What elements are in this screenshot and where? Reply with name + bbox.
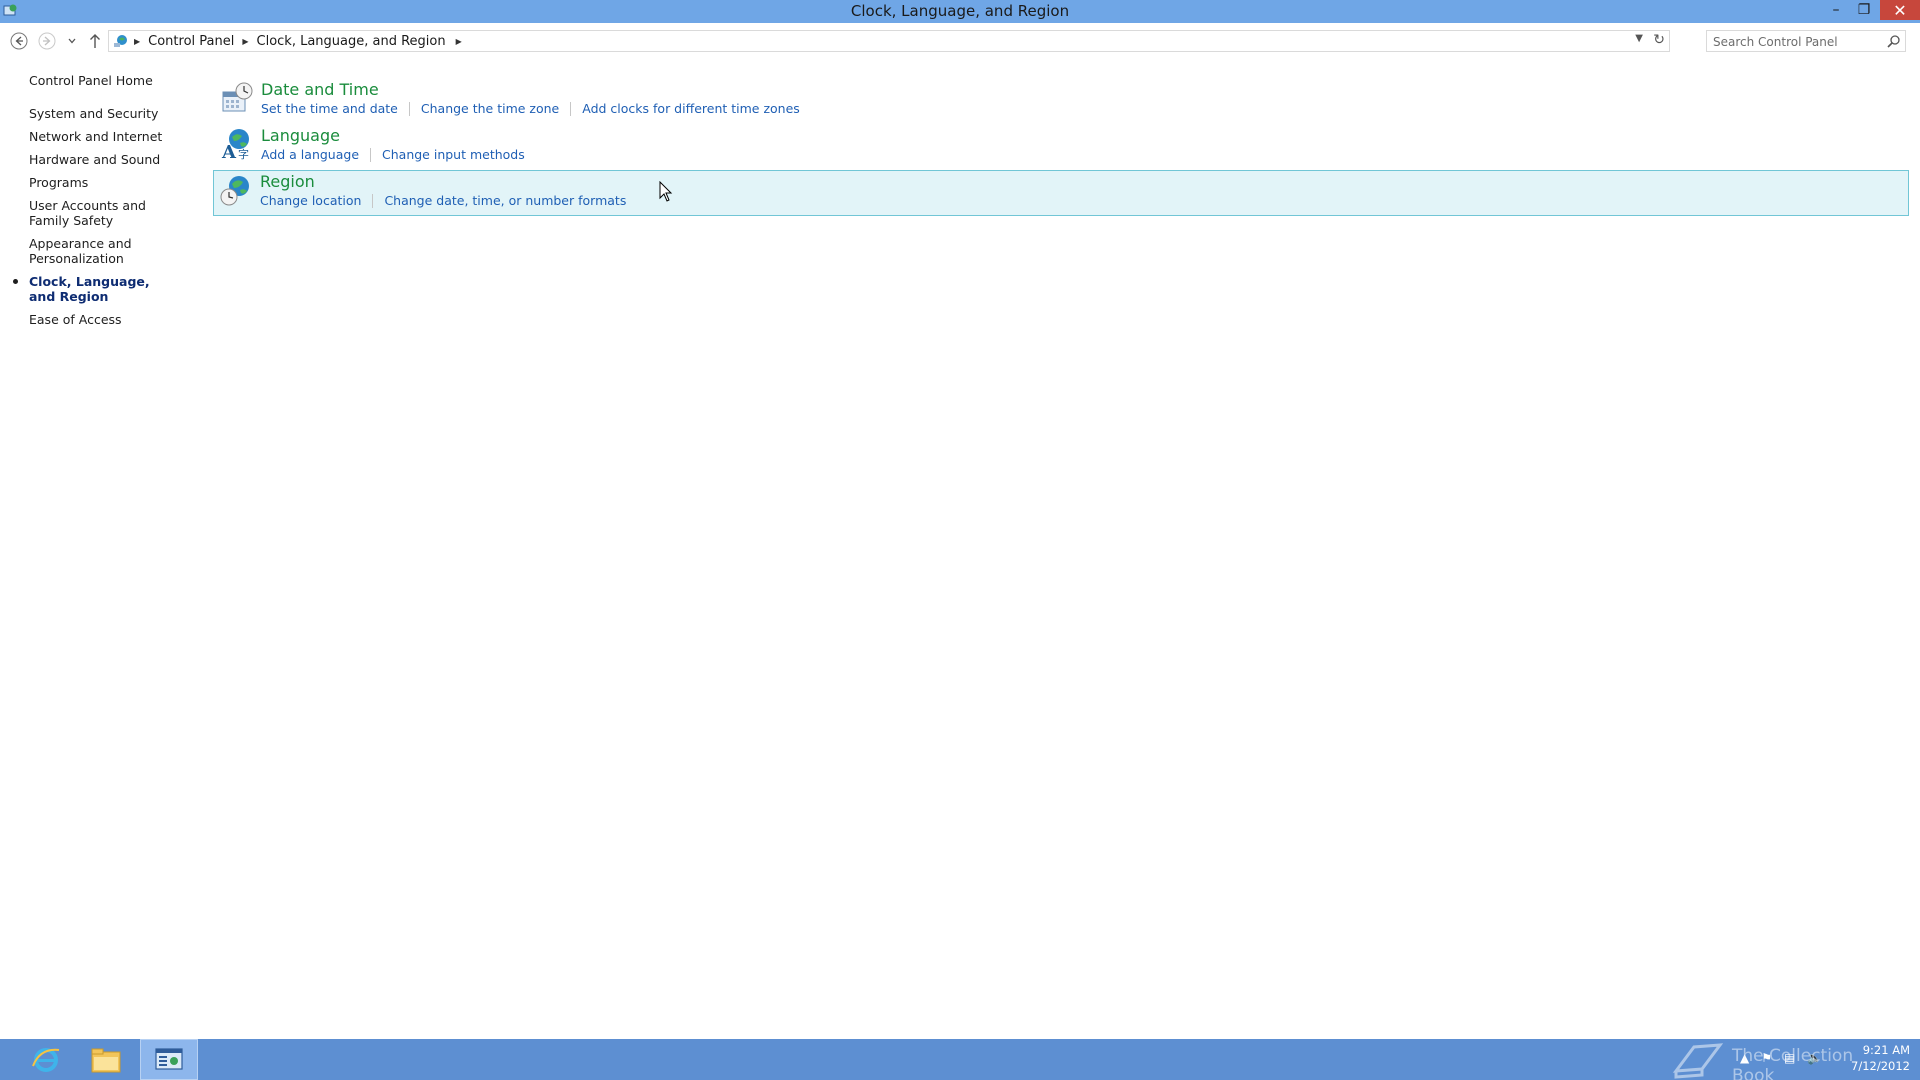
mouse-cursor-icon (659, 181, 673, 202)
add-clocks-link[interactable]: Add clocks for different time zones (582, 101, 800, 116)
set-time-and-date-link[interactable]: Set the time and date (261, 101, 398, 116)
sidebar-item-system-security[interactable]: System and Security (29, 106, 179, 121)
sidebar-item-network-internet[interactable]: Network and Internet (29, 129, 179, 144)
language-links: Add a language Change input methods (261, 147, 525, 162)
taskbar-control-panel[interactable] (140, 1039, 198, 1080)
back-button[interactable] (8, 30, 30, 52)
breadcrumb-separator-icon[interactable]: ▶ (456, 37, 462, 46)
sidebar-item-ease-of-access[interactable]: Ease of Access (29, 312, 179, 327)
recent-locations-button[interactable] (62, 30, 82, 52)
title-bar: Clock, Language, and Region – ❐ ✕ (0, 0, 1920, 23)
add-language-link[interactable]: Add a language (261, 147, 359, 162)
category-date-and-time: Date and Time Set the time and date Chan… (214, 78, 1910, 124)
minimize-button[interactable]: – (1822, 0, 1850, 20)
refresh-icon[interactable]: ↻ (1653, 32, 1665, 48)
region-links: Change location Change date, time, or nu… (260, 193, 626, 208)
internet-explorer-icon (32, 1047, 60, 1072)
date-and-time-links: Set the time and date Change the time zo… (261, 101, 800, 116)
change-formats-link[interactable]: Change date, time, or number formats (384, 193, 626, 208)
region-heading[interactable]: Region (260, 172, 315, 191)
sidebar-item-hardware-sound[interactable]: Hardware and Sound (29, 152, 179, 167)
category-content: Date and Time Set the time and date Chan… (213, 78, 1910, 216)
maximize-button[interactable]: ❐ (1850, 0, 1878, 20)
change-location-link[interactable]: Change location (260, 193, 361, 208)
link-divider (370, 147, 372, 162)
up-arrow-icon (90, 34, 100, 48)
watermark-text: The Collection Book (1732, 1046, 1854, 1080)
back-arrow-icon (10, 32, 28, 50)
link-divider (570, 101, 572, 116)
search-icon[interactable] (1886, 34, 1901, 49)
window-title: Clock, Language, and Region (850, 2, 1070, 20)
svg-text:A: A (221, 142, 237, 161)
language-heading[interactable]: Language (261, 126, 340, 145)
breadcrumb-separator-icon[interactable]: ▶ (134, 37, 140, 46)
language-icon[interactable]: A 字 (220, 127, 254, 161)
control-panel-icon (155, 1047, 183, 1070)
file-explorer-icon (91, 1048, 121, 1072)
category-region[interactable]: Region Change location Change date, time… (213, 170, 1909, 216)
chevron-down-icon (68, 38, 76, 44)
svg-text:字: 字 (238, 147, 249, 161)
category-language: A 字 Language Add a language Change input… (214, 124, 1910, 170)
forward-button[interactable] (36, 30, 58, 52)
sidebar-item-user-accounts[interactable]: User Accounts and Family Safety (29, 198, 179, 228)
taskbar: ▲ ⚑ ▤ 🔈 9:21 AM 7/12/2012 (0, 1039, 1920, 1080)
change-time-zone-link[interactable]: Change the time zone (421, 101, 559, 116)
date-time-icon[interactable] (220, 81, 254, 115)
link-divider (408, 101, 410, 116)
taskbar-internet-explorer[interactable] (18, 1039, 74, 1080)
sidebar-item-appearance[interactable]: Appearance and Personalization (29, 236, 179, 266)
taskbar-file-explorer[interactable] (78, 1039, 134, 1080)
breadcrumb-control-panel[interactable]: Control Panel (148, 34, 234, 49)
forward-arrow-icon (38, 32, 56, 50)
address-dropdown-icon[interactable]: ▼ (1635, 33, 1643, 44)
breadcrumb-separator-icon[interactable]: ▶ (242, 37, 248, 46)
link-divider (372, 193, 374, 208)
sidebar-item-clock-language-region[interactable]: Clock, Language, and Region (13, 274, 179, 304)
navigation-bar: ▶ Control Panel ▶ Clock, Language, and R… (0, 23, 1920, 58)
control-panel-home-link[interactable]: Control Panel Home (29, 73, 153, 88)
address-bar[interactable]: ▶ Control Panel ▶ Clock, Language, and R… (108, 30, 1670, 52)
category-list: System and Security Network and Internet… (13, 106, 179, 335)
close-button[interactable]: ✕ (1880, 0, 1920, 20)
watermark-logo: The Collection Book (1672, 1041, 1862, 1080)
region-globe-icon[interactable] (219, 173, 253, 207)
breadcrumb-clock-language-region[interactable]: Clock, Language, and Region (257, 34, 446, 49)
search-input[interactable] (1713, 33, 1881, 50)
search-box[interactable] (1706, 30, 1906, 52)
up-button[interactable] (84, 30, 106, 52)
book-logo-icon (1672, 1043, 1724, 1079)
change-input-methods-link[interactable]: Change input methods (382, 147, 525, 162)
date-and-time-heading[interactable]: Date and Time (261, 80, 379, 99)
control-panel-icon (114, 35, 127, 47)
sidebar-item-programs[interactable]: Programs (29, 175, 179, 190)
